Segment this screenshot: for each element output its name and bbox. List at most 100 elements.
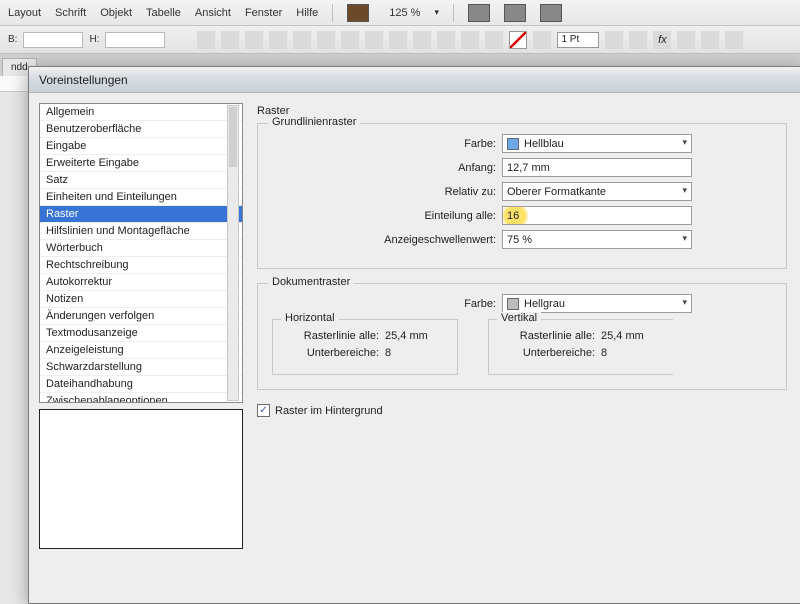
tool-icon[interactable] <box>605 31 623 49</box>
increment-label: Einteilung alle: <box>272 210 502 222</box>
prefs-item-anzeigeleistung[interactable]: Anzeigeleistung <box>40 342 242 359</box>
scrollbar[interactable] <box>227 105 239 401</box>
height-label: H: <box>89 34 99 45</box>
grid-in-back-checkbox[interactable]: ✓ Raster im Hintergrund <box>257 404 787 417</box>
prefs-item-notizen[interactable]: Notizen <box>40 291 242 308</box>
tool-icon[interactable] <box>245 31 263 49</box>
menubar: Layout Schrift Objekt Tabelle Ansicht Fe… <box>0 0 800 26</box>
prefs-item-eingabe[interactable]: Eingabe <box>40 138 242 155</box>
horizontal-group: Horizontal Rasterlinie alle:25,4 mm Unte… <box>272 319 458 375</box>
stroke-weight[interactable]: 1 Pt <box>557 32 599 48</box>
h-subdiv-input[interactable]: 8 <box>385 347 445 359</box>
document-grid-group: Dokumentraster Farbe: Hellgrau Horizonta… <box>257 283 787 390</box>
prefs-item-satz[interactable]: Satz <box>40 172 242 189</box>
prefs-item-textmodusanzeige[interactable]: Textmodusanzeige <box>40 325 242 342</box>
relative-to-select[interactable]: Oberer Formatkante <box>502 182 692 201</box>
fx-icon[interactable]: fx <box>653 31 671 49</box>
prefs-content: Raster Grundlinienraster Farbe: Hellblau… <box>249 93 800 603</box>
tool-icon[interactable] <box>221 31 239 49</box>
prefs-item-erweiterte-eingabe[interactable]: Erweiterte Eingabe <box>40 155 242 172</box>
doc-color-select[interactable]: Hellgrau <box>502 294 692 313</box>
color-label: Farbe: <box>272 138 502 150</box>
start-label: Anfang: <box>272 162 502 174</box>
width-label: B: <box>8 34 17 45</box>
color-select[interactable]: Hellblau <box>502 134 692 153</box>
document-grid-legend: Dokumentraster <box>268 276 354 288</box>
menu-hilfe[interactable]: Hilfe <box>296 7 318 19</box>
tool-icon[interactable] <box>677 31 695 49</box>
menu-ansicht[interactable]: Ansicht <box>195 7 231 19</box>
separator <box>332 4 333 22</box>
tool-icon[interactable] <box>437 31 455 49</box>
width-field[interactable] <box>23 32 83 48</box>
v-gridline-label: Rasterlinie alle: <box>501 330 601 342</box>
prefs-item-raster[interactable]: Raster <box>40 206 242 223</box>
prefs-item-dateihandhabung[interactable]: Dateihandhabung <box>40 376 242 393</box>
menu-fenster[interactable]: Fenster <box>245 7 282 19</box>
tool-icon[interactable] <box>725 31 743 49</box>
tool-icon[interactable] <box>197 31 215 49</box>
tool-icon[interactable] <box>485 31 503 49</box>
height-field[interactable] <box>105 32 165 48</box>
menu-objekt[interactable]: Objekt <box>100 7 132 19</box>
prefs-item-zwischenablageoptionen[interactable]: Zwischenablageoptionen <box>40 393 242 403</box>
dropdown-icon[interactable]: ▾ <box>434 7 439 18</box>
control-toolbar: B: H: 1 Pt fx <box>0 26 800 54</box>
tool-icon[interactable] <box>293 31 311 49</box>
prefs-item-autokorrektur[interactable]: Autokorrektur <box>40 274 242 291</box>
tool-icon[interactable] <box>629 31 647 49</box>
preview-box <box>39 409 243 549</box>
doc-color-label: Farbe: <box>272 298 502 310</box>
prefs-item-w-rterbuch[interactable]: Wörterbuch <box>40 240 242 257</box>
h-gridline-input[interactable]: 25,4 mm <box>385 330 445 342</box>
prefs-item-rechtschreibung[interactable]: Rechtschreibung <box>40 257 242 274</box>
checkbox-icon: ✓ <box>257 404 270 417</box>
dialog-title[interactable]: Voreinstellungen <box>29 67 800 93</box>
tool-icon[interactable] <box>701 31 719 49</box>
prefs-item--nderungen-verfolgen[interactable]: Änderungen verfolgen <box>40 308 242 325</box>
baseline-grid-legend: Grundlinienraster <box>268 116 360 128</box>
threshold-select[interactable]: 75 % <box>502 230 692 249</box>
start-input[interactable]: 12,7 mm <box>502 158 692 177</box>
v-gridline-input[interactable]: 25,4 mm <box>601 330 661 342</box>
tool-icon[interactable] <box>317 31 335 49</box>
color-swatch-icon <box>507 138 519 150</box>
prefs-item-einheiten-und-einteilungen[interactable]: Einheiten und Einteilungen <box>40 189 242 206</box>
menu-layout[interactable]: Layout <box>8 7 41 19</box>
view-mode-icon[interactable] <box>468 4 490 22</box>
horizontal-legend: Horizontal <box>281 312 339 324</box>
tool-icon[interactable] <box>461 31 479 49</box>
vertical-group: Vertikal Rasterlinie alle:25,4 mm Unterb… <box>488 319 673 375</box>
tool-icon[interactable] <box>365 31 383 49</box>
menu-schrift[interactable]: Schrift <box>55 7 86 19</box>
menu-tabelle[interactable]: Tabelle <box>146 7 181 19</box>
prefs-category-list[interactable]: AllgemeinBenutzeroberflächeEingabeErweit… <box>39 103 243 403</box>
grid-in-back-label: Raster im Hintergrund <box>275 405 383 417</box>
color-swatch-icon <box>507 298 519 310</box>
prefs-item-schwarzdarstellung[interactable]: Schwarzdarstellung <box>40 359 242 376</box>
prefs-item-allgemein[interactable]: Allgemein <box>40 104 242 121</box>
bridge-icon[interactable] <box>347 4 369 22</box>
no-fill-icon[interactable] <box>509 31 527 49</box>
vertical-legend: Vertikal <box>497 312 541 324</box>
tool-icon[interactable] <box>269 31 287 49</box>
stroke-icon[interactable] <box>533 31 551 49</box>
threshold-label: Anzeigeschwellenwert: <box>272 234 502 246</box>
tool-icon[interactable] <box>341 31 359 49</box>
v-subdiv-label: Unterbereiche: <box>501 347 601 359</box>
increment-input[interactable]: 16 <box>502 206 692 225</box>
separator <box>453 4 454 22</box>
relative-to-label: Relativ zu: <box>272 186 502 198</box>
prefs-item-hilfslinien-und-montagefl-che[interactable]: Hilfslinien und Montagefläche <box>40 223 242 240</box>
preferences-dialog: Voreinstellungen AllgemeinBenutzeroberfl… <box>28 66 800 604</box>
zoom-level[interactable]: 125 % <box>389 7 420 19</box>
v-subdiv-input[interactable]: 8 <box>601 347 661 359</box>
arrange-icon[interactable] <box>540 4 562 22</box>
h-gridline-label: Rasterlinie alle: <box>285 330 385 342</box>
screen-mode-icon[interactable] <box>504 4 526 22</box>
tool-icon[interactable] <box>389 31 407 49</box>
prefs-item-benutzeroberfl-che[interactable]: Benutzeroberfläche <box>40 121 242 138</box>
scrollbar-thumb[interactable] <box>229 107 237 167</box>
h-subdiv-label: Unterbereiche: <box>285 347 385 359</box>
tool-icon[interactable] <box>413 31 431 49</box>
